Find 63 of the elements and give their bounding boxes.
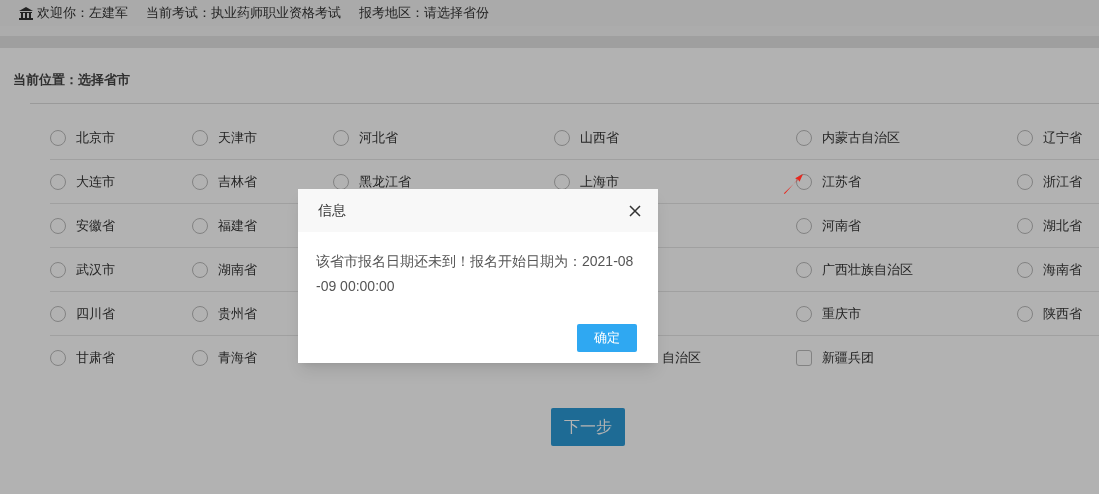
region-label[interactable]: 吉林省	[218, 171, 257, 192]
region-label[interactable]: 四川省	[76, 303, 115, 324]
radio-button[interactable]	[554, 129, 570, 146]
region-label[interactable]: 海南省	[1043, 259, 1082, 280]
region-label[interactable]: 青海省	[218, 348, 257, 368]
radio-button[interactable]	[1017, 129, 1033, 146]
radio-button[interactable]	[796, 129, 812, 146]
breadcrumb: 当前位置：选择省市	[13, 72, 130, 87]
bank-icon	[19, 6, 33, 20]
radio-button[interactable]	[50, 173, 66, 190]
radio-button[interactable]	[1017, 173, 1033, 190]
region-label[interactable]: 新疆兵团	[822, 348, 874, 368]
radio-button[interactable]	[554, 173, 570, 190]
region-label[interactable]: 湖北省	[1043, 215, 1082, 236]
dialog-message: 该省市报名日期还未到！报名开始日期为：2021-08-09 00:00:00	[316, 252, 635, 296]
region-label[interactable]: 湖南省	[218, 259, 257, 280]
radio-button[interactable]	[333, 173, 349, 190]
close-icon[interactable]	[629, 204, 641, 217]
region-label[interactable]: 自治区	[662, 348, 701, 368]
region-label[interactable]: 安徽省	[76, 215, 115, 236]
current-exam-text: 当前考试：执业药师职业资格考试	[146, 4, 341, 23]
radio-button[interactable]	[192, 261, 208, 278]
region-label[interactable]: 浙江省	[1043, 171, 1082, 192]
region-label[interactable]: 武汉市	[76, 259, 115, 280]
welcome-text: 欢迎你：左建军	[37, 4, 128, 23]
radio-button[interactable]	[796, 261, 812, 278]
region-label[interactable]: 陕西省	[1043, 303, 1082, 324]
annotation-arrow	[783, 174, 803, 194]
region-label[interactable]: 北京市	[76, 127, 115, 148]
radio-button[interactable]	[50, 129, 66, 146]
checkbox[interactable]	[796, 350, 812, 366]
radio-button[interactable]	[192, 305, 208, 322]
region-label[interactable]: 重庆市	[822, 303, 861, 324]
region-label[interactable]: 河南省	[822, 215, 861, 236]
region-label[interactable]: 山西省	[580, 127, 619, 148]
radio-button[interactable]	[796, 305, 812, 322]
radio-button[interactable]	[192, 350, 208, 366]
radio-button[interactable]	[1017, 305, 1033, 322]
region-label[interactable]: 福建省	[218, 215, 257, 236]
radio-button[interactable]	[50, 217, 66, 234]
radio-button[interactable]	[50, 261, 66, 278]
region-label[interactable]: 江苏省	[822, 171, 861, 192]
radio-button[interactable]	[1017, 261, 1033, 278]
region-label[interactable]: 内蒙古自治区	[822, 127, 900, 148]
region-label[interactable]: 河北省	[359, 127, 398, 148]
radio-button[interactable]	[192, 129, 208, 146]
region-label[interactable]: 大连市	[76, 171, 115, 192]
radio-button[interactable]	[796, 217, 812, 234]
radio-button[interactable]	[333, 129, 349, 146]
region-label[interactable]: 广西壮族自治区	[822, 259, 913, 280]
region-label[interactable]: 辽宁省	[1043, 127, 1082, 148]
radio-button[interactable]	[1017, 217, 1033, 234]
dialog-title: 信息	[318, 201, 346, 220]
region-label[interactable]: 上海市	[580, 171, 619, 192]
radio-button[interactable]	[50, 350, 66, 366]
exam-region-text: 报考地区：请选择省份	[359, 4, 489, 23]
region-label[interactable]: 甘肃省	[76, 348, 115, 368]
radio-button[interactable]	[192, 173, 208, 190]
region-label[interactable]: 天津市	[218, 127, 257, 148]
region-label[interactable]: 黑龙江省	[359, 171, 411, 192]
radio-button[interactable]	[50, 305, 66, 322]
region-label[interactable]: 贵州省	[218, 303, 257, 324]
radio-button[interactable]	[192, 217, 208, 234]
